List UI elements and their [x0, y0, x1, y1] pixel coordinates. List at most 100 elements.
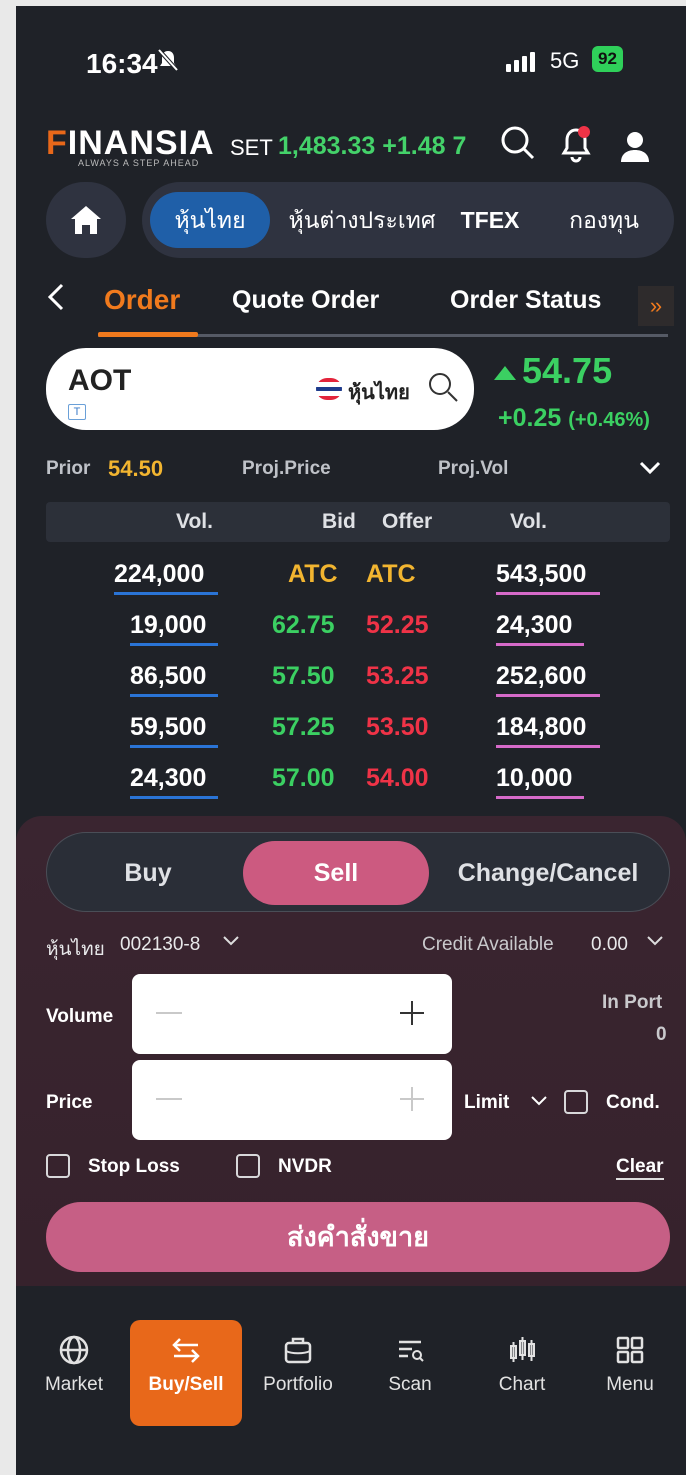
cond-label: Cond. — [606, 1092, 660, 1113]
buy-button[interactable]: Buy — [55, 841, 241, 905]
clear-link[interactable]: Clear — [616, 1156, 664, 1180]
network-type: 5G — [550, 48, 580, 73]
offer-price[interactable]: 53.50 — [366, 713, 429, 742]
back-chevron-icon[interactable] — [46, 282, 66, 321]
tab-quote-order[interactable]: Quote Order — [232, 286, 379, 315]
offer-price[interactable]: 52.25 — [366, 611, 429, 640]
tab-funds[interactable]: กองทุน — [542, 192, 666, 248]
stop-loss-label: Stop Loss — [88, 1156, 180, 1177]
nav-menu[interactable]: Menu — [574, 1320, 686, 1426]
offer-volume-underline — [496, 694, 600, 697]
bid-volume-underline — [130, 796, 218, 799]
bottom-nav: Market Buy/Sell Portfolio Scan Chart Men… — [16, 1296, 686, 1475]
price-input[interactable] — [132, 1060, 452, 1140]
header-offer: Offer — [382, 510, 433, 533]
account-row: หุ้นไทย 002130-8 Credit Available 0.00 — [46, 934, 670, 964]
offer-volume[interactable]: 252,600 — [496, 662, 586, 691]
decrement-icon[interactable] — [156, 1098, 182, 1100]
account-chevron-down-icon[interactable] — [222, 932, 240, 954]
bid-volume[interactable]: 59,500 — [130, 713, 206, 742]
account-number[interactable]: 002130-8 — [120, 934, 200, 956]
nav-market[interactable]: Market — [18, 1320, 130, 1426]
price-change: +0.25 (+0.46%) — [498, 404, 650, 433]
orderbook-row: 24,300 57.00 54.00 10,000 — [46, 758, 670, 808]
battery-badge: 92 — [592, 46, 623, 72]
search-icon[interactable] — [426, 370, 460, 404]
bid-volume-underline — [130, 745, 218, 748]
briefcase-icon — [284, 1337, 312, 1364]
symbol-market: หุ้นไทย — [348, 382, 410, 404]
stop-loss-checkbox[interactable] — [46, 1154, 70, 1178]
app-header: FINANSIA ALWAYS A STEP AHEAD SET 1,483.3… — [16, 110, 686, 180]
offer-price[interactable]: 54.00 — [366, 764, 429, 793]
bid-volume[interactable]: 24,300 — [130, 764, 206, 793]
symbol-ticker: AOT — [68, 364, 132, 397]
nvdr-label: NVDR — [278, 1156, 332, 1177]
home-button[interactable] — [46, 182, 126, 258]
up-arrow-icon — [494, 366, 516, 381]
volume-input[interactable] — [132, 974, 452, 1054]
bid-price[interactable]: 57.50 — [272, 662, 335, 691]
bid-price[interactable]: ATC — [288, 560, 338, 589]
tab-foreign-stocks[interactable]: หุ้นต่างประเทศ — [282, 192, 442, 248]
bid-volume[interactable]: 86,500 — [130, 662, 206, 691]
price-label: Price — [46, 1092, 93, 1113]
mute-bell-icon — [156, 48, 180, 80]
offer-volume[interactable]: 543,500 — [496, 560, 586, 589]
sell-button[interactable]: Sell — [243, 841, 429, 905]
nav-scan-label: Scan — [388, 1374, 432, 1395]
side-selector: Buy Sell Change/Cancel — [46, 832, 670, 912]
in-port-value: 0 — [656, 1024, 667, 1045]
nav-portfolio-label: Portfolio — [263, 1374, 333, 1395]
bid-volume-underline — [114, 592, 218, 595]
symbol-search-box[interactable]: AOT T หุ้นไทย — [46, 348, 474, 430]
offer-volume-underline — [496, 643, 584, 646]
swap-arrows-icon — [172, 1338, 200, 1363]
prior-value: 54.50 — [108, 456, 164, 481]
nav-scan[interactable]: Scan — [354, 1320, 466, 1426]
notification-bell-icon[interactable] — [558, 124, 594, 164]
nav-buy-sell[interactable]: Buy/Sell — [130, 1320, 242, 1426]
nav-market-label: Market — [44, 1374, 104, 1395]
bid-price[interactable]: 57.00 — [272, 764, 335, 793]
tab-order[interactable]: Order — [104, 284, 180, 316]
credit-chevron-down-icon[interactable] — [646, 932, 664, 954]
offer-volume[interactable]: 10,000 — [496, 764, 572, 793]
submit-sell-button[interactable]: ส่งคำสั่งขาย — [46, 1202, 670, 1272]
prior-label: Prior — [46, 458, 91, 479]
search-icon[interactable] — [499, 124, 537, 162]
user-profile-icon[interactable] — [618, 128, 652, 164]
bid-price[interactable]: 57.25 — [272, 713, 335, 742]
tab-order-status[interactable]: Order Status — [450, 286, 601, 315]
set-index-label: SET — [230, 135, 273, 160]
increment-icon-vertical — [411, 1087, 413, 1111]
offer-volume[interactable]: 24,300 — [496, 611, 572, 640]
set-index-value: 1,483.33 +1.48 7 — [278, 132, 467, 160]
tab-tfex[interactable]: TFEX — [450, 192, 530, 248]
bid-volume[interactable]: 19,000 — [130, 611, 206, 640]
orderbook-row: 19,000 62.75 52.25 24,300 — [46, 605, 670, 655]
nvdr-checkbox[interactable] — [236, 1154, 260, 1178]
nav-portfolio[interactable]: Portfolio — [242, 1320, 354, 1426]
account-market: หุ้นไทย — [46, 939, 105, 960]
orderbook-header: Vol. Bid Offer Vol. — [46, 502, 670, 542]
order-type-chevron-down-icon[interactable] — [530, 1094, 548, 1113]
bid-volume-underline — [130, 643, 218, 646]
logo-tagline: ALWAYS A STEP AHEAD — [78, 158, 200, 168]
offer-volume[interactable]: 184,800 — [496, 713, 586, 742]
bid-volume[interactable]: 224,000 — [114, 560, 204, 589]
cond-checkbox[interactable] — [564, 1090, 588, 1114]
offer-price[interactable]: 53.25 — [366, 662, 429, 691]
tab-thai-stocks[interactable]: หุ้นไทย — [150, 192, 270, 248]
decrement-icon[interactable] — [156, 1012, 182, 1014]
stats-row: Prior 54.50 Proj.Price Proj.Vol — [16, 456, 686, 494]
orderbook-row: 224,000 ATC ATC 543,500 — [46, 554, 670, 604]
order-type-select[interactable]: Limit — [464, 1092, 509, 1114]
offer-price[interactable]: ATC — [366, 560, 416, 589]
change-cancel-button[interactable]: Change/Cancel — [433, 841, 663, 905]
chevron-down-icon[interactable] — [638, 458, 662, 484]
bid-price[interactable]: 62.75 — [272, 611, 335, 640]
more-tabs-chevron-icon[interactable]: » — [638, 286, 674, 326]
increment-icon-vertical — [411, 1001, 413, 1025]
nav-chart[interactable]: Chart — [466, 1320, 578, 1426]
